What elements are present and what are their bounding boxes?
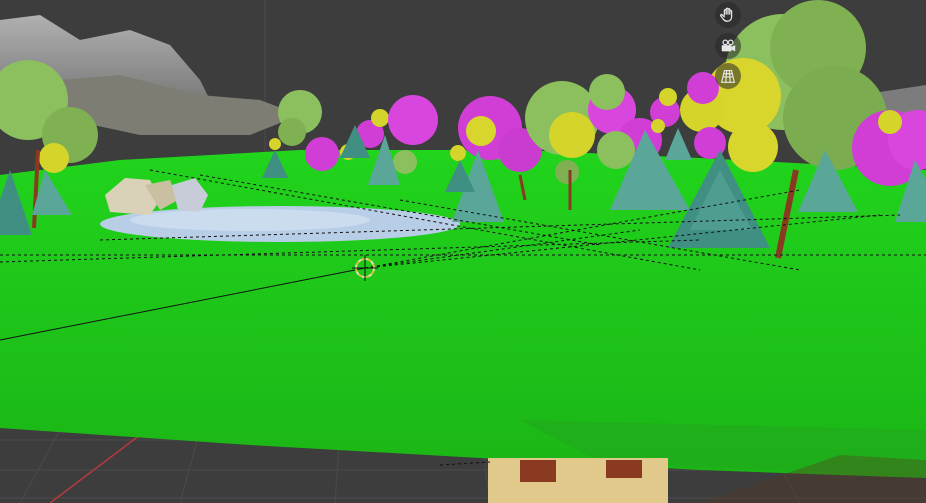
x-axis-line bbox=[49, 434, 141, 503]
3d-viewport[interactable] bbox=[0, 0, 926, 503]
hand-icon bbox=[720, 7, 733, 22]
camera-icon bbox=[721, 39, 736, 52]
pan-view-button[interactable] bbox=[715, 2, 741, 28]
scene-canvas[interactable] bbox=[0, 0, 926, 503]
pond bbox=[100, 206, 460, 242]
building-object bbox=[439, 458, 668, 503]
ortho-toggle-button[interactable] bbox=[715, 63, 741, 89]
grid-icon bbox=[720, 70, 736, 83]
camera-view-button[interactable] bbox=[715, 33, 741, 59]
